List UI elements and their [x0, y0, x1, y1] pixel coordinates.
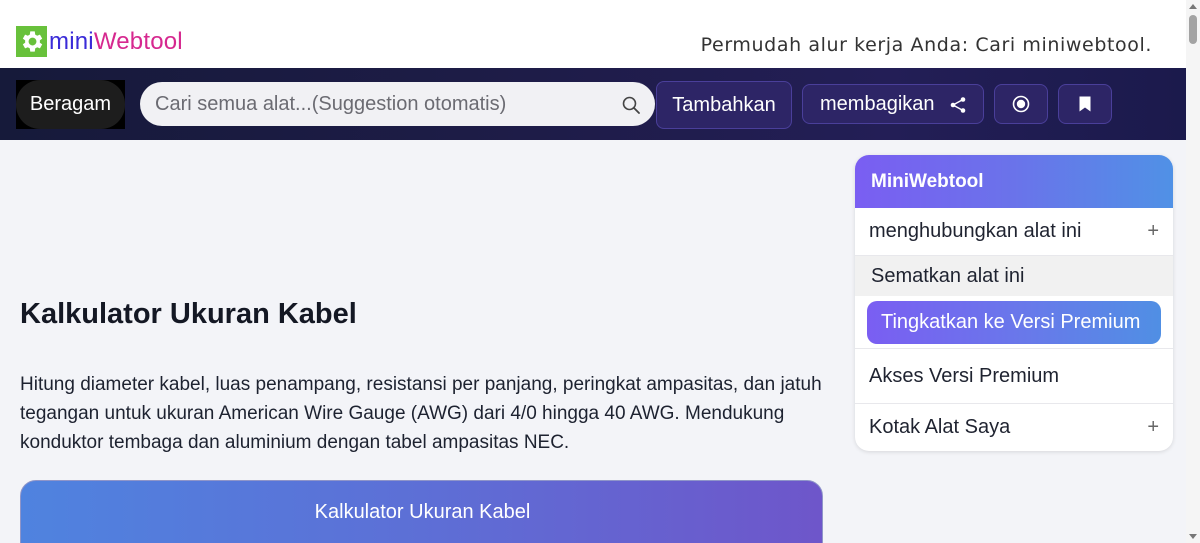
- sidebar-item-my-toolbox[interactable]: Kotak Alat Saya +: [855, 404, 1173, 451]
- sidebar-item-embed-tool[interactable]: Sematkan alat ini: [855, 256, 1173, 296]
- scroll-down-arrow-icon[interactable]: [1189, 534, 1197, 539]
- plus-icon[interactable]: +: [1147, 220, 1159, 243]
- search-icon[interactable]: [621, 95, 641, 115]
- menu-button-label: Beragam: [16, 80, 125, 129]
- share-button-label: membagikan: [820, 92, 935, 115]
- page-scrollbar[interactable]: [1186, 0, 1200, 543]
- sidebar-title: MiniWebtool: [855, 155, 1173, 208]
- sidebar-item-premium-access[interactable]: Akses Versi Premium: [855, 349, 1173, 404]
- calculator-title: Kalkulator Ukuran Kabel: [314, 501, 531, 523]
- scroll-thumb[interactable]: [1189, 15, 1197, 44]
- sidebar-item-link-tool[interactable]: menghubungkan alat ini +: [855, 208, 1173, 256]
- sidebar-item-label: Kotak Alat Saya: [869, 416, 1011, 438]
- add-button[interactable]: Tambahkan: [656, 81, 792, 129]
- site-header: miniWebtool Permudah alur kerja Anda: Ca…: [0, 0, 1186, 68]
- gear-icon: [16, 26, 47, 57]
- sidebar-item-label: Akses Versi Premium: [869, 364, 1060, 387]
- page-title: Kalkulator Ukuran Kabel: [20, 298, 357, 330]
- scroll-up-arrow-icon[interactable]: [1189, 4, 1197, 9]
- share-button[interactable]: membagikan: [802, 84, 984, 124]
- sidebar-panel: MiniWebtool menghubungkan alat ini + Sem…: [855, 155, 1173, 451]
- sidebar-item-upgrade: Tingkatkan ke Versi Premium: [855, 296, 1173, 349]
- search-input[interactable]: [155, 82, 615, 126]
- logo-text: miniWebtool: [49, 27, 183, 55]
- site-tagline: Permudah alur kerja Anda: Cari miniwebto…: [700, 34, 1152, 56]
- plus-icon[interactable]: +: [1147, 416, 1159, 439]
- sidebar-item-label: Sematkan alat ini: [871, 264, 1025, 287]
- page-description: Hitung diameter kabel, luas penampang, r…: [20, 374, 822, 453]
- menu-button[interactable]: Beragam: [16, 80, 125, 129]
- record-icon: [1012, 95, 1030, 113]
- share-icon: [950, 97, 966, 113]
- bookmark-button[interactable]: [1058, 84, 1112, 124]
- record-button[interactable]: [994, 84, 1048, 124]
- calculator-card: Kalkulator Ukuran Kabel: [20, 480, 823, 543]
- search-box[interactable]: [140, 82, 655, 126]
- site-logo[interactable]: miniWebtool: [16, 26, 183, 57]
- main-toolbar: Beragam Tambahkan membagikan: [0, 68, 1186, 140]
- sidebar-item-label: menghubungkan alat ini: [869, 220, 1082, 242]
- bookmark-icon: [1079, 96, 1091, 112]
- upgrade-premium-button[interactable]: Tingkatkan ke Versi Premium: [867, 300, 1161, 344]
